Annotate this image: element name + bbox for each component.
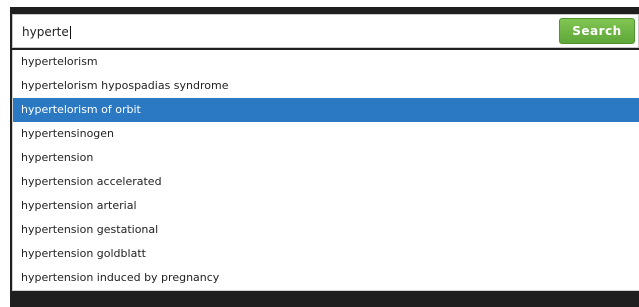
suggestion-item[interactable]: hypertension goldblatt (13, 242, 639, 266)
search-bar: hyperte Search (12, 14, 639, 48)
suggestion-item[interactable]: hypertensinogen (13, 122, 639, 146)
suggestion-item[interactable]: hypertelorism hypospadias syndrome (13, 74, 639, 98)
suggestion-item[interactable]: hypertension arterial (13, 194, 639, 218)
suggestion-item[interactable]: hypertelorism (13, 50, 639, 74)
suggestion-item[interactable]: hypertension (13, 146, 639, 170)
suggestion-item[interactable]: hypertension accelerated (13, 170, 639, 194)
search-input-text: hyperte (22, 25, 69, 39)
suggestion-item[interactable]: hypertension gestational (13, 218, 639, 242)
text-caret (69, 25, 71, 39)
autocomplete-dropdown: hypertelorism hypertelorism hypospadias … (12, 50, 639, 291)
search-button[interactable]: Search (559, 18, 635, 44)
suggestion-item[interactable]: hypertension induced by pregnancy (13, 266, 639, 290)
search-input[interactable]: hyperte (22, 24, 71, 40)
suggestion-item-selected[interactable]: hypertelorism of orbit (13, 98, 639, 122)
